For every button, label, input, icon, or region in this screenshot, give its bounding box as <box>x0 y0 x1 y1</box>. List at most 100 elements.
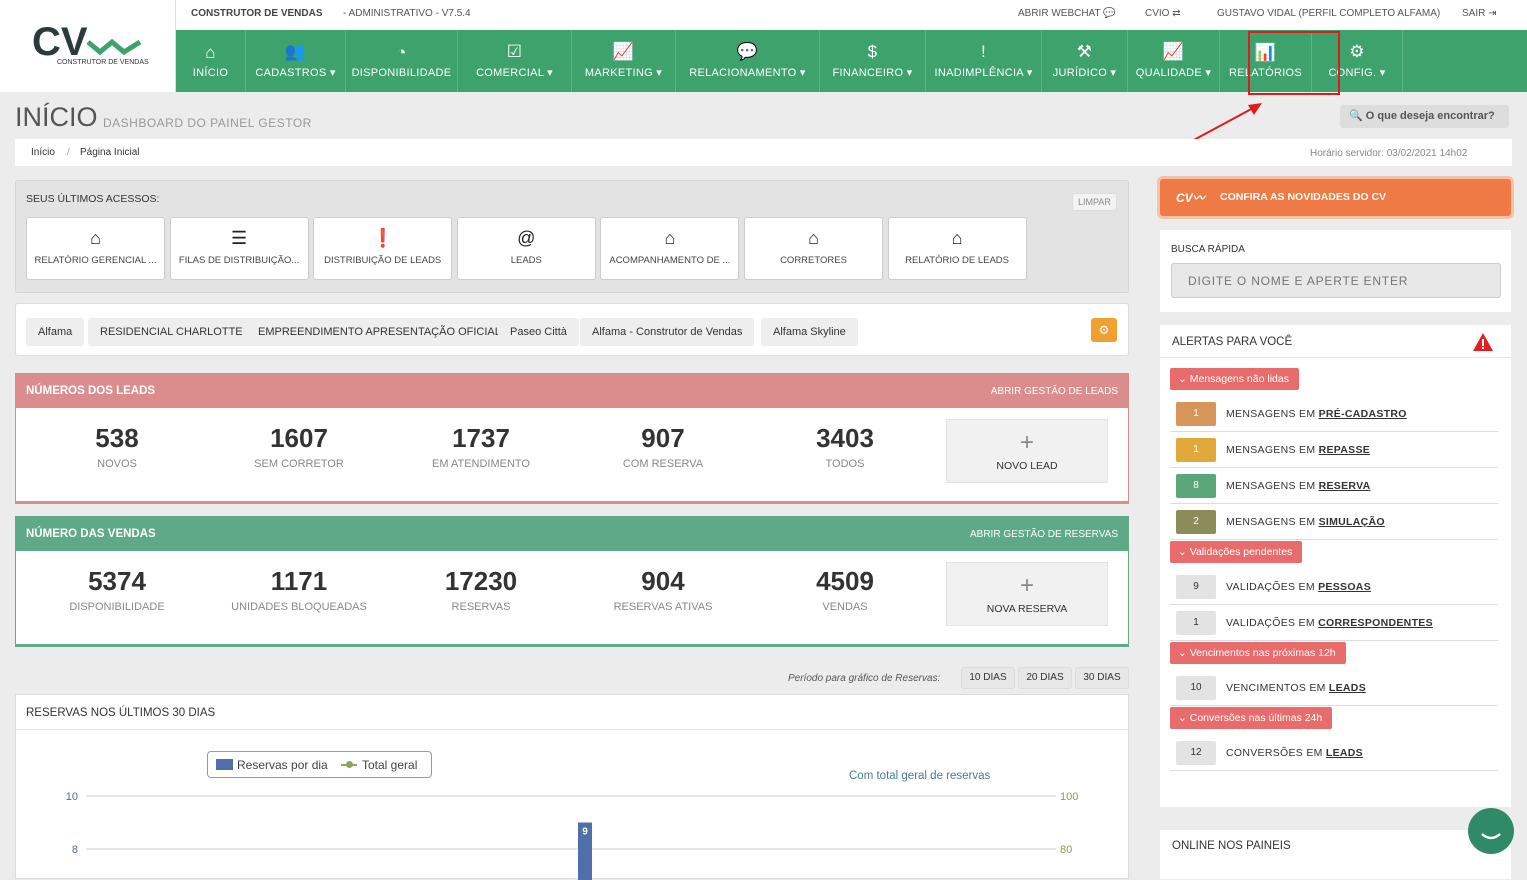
chart-line-icon: 📈 <box>613 43 634 61</box>
sales-stat[interactable]: 1171UNIDADES BLOQUEADAS <box>208 567 390 613</box>
nav-9[interactable]: ⚒JURÍDICO ▾ <box>1042 30 1128 92</box>
alert-row[interactable]: 9VALIDAÇÕES EM PESSOAS <box>1170 569 1498 605</box>
news-label: CONFIRA AS NOVIDADES DO CV <box>1220 191 1386 203</box>
alert-text-prefix: MENSAGENS EM <box>1226 408 1315 420</box>
page-subtitle: DASHBOARD DO PAINEL GESTOR <box>103 116 312 130</box>
cvio-link[interactable]: CVIO ⇄ <box>1145 8 1181 19</box>
sales-stat[interactable]: 4509VENDAS <box>754 567 936 613</box>
alert-link[interactable]: CORRESPONDENTES <box>1318 617 1433 629</box>
search-button[interactable]: 🔍 O que deseja encontrar? <box>1340 105 1509 128</box>
project-chip[interactable]: RESIDENCIAL CHARLOTTE <box>88 318 255 346</box>
stat-label: DISPONIBILIDADE <box>26 601 208 613</box>
users-icon: 👥 <box>285 43 306 61</box>
alert-link[interactable]: PRÉ-CADASTRO <box>1319 408 1407 420</box>
open-leads-link[interactable]: ABRIR GESTÃO DE LEADS <box>991 386 1118 397</box>
project-chip[interactable]: Alfama <box>26 318 84 346</box>
recent-item-label: RELATÓRIO DE LEADS <box>889 255 1026 266</box>
alert-row[interactable]: 1VALIDAÇÕES EM CORRESPONDENTES <box>1170 605 1498 641</box>
nav-2[interactable]: 👥CADASTROS ▾ <box>246 30 346 92</box>
stat-label: TODOS <box>754 458 936 470</box>
recent-item[interactable]: ⌂CORRETORES <box>744 217 883 280</box>
open-reservations-link[interactable]: ABRIR GESTÃO DE RESERVAS <box>970 529 1118 540</box>
cv-logo-icon: CV <box>0 0 176 92</box>
project-chip[interactable]: Paseo Città <box>498 318 579 346</box>
alert-row[interactable]: 1MENSAGENS EM PRÉ-CADASTRO <box>1170 396 1498 432</box>
nav-8[interactable]: !INADIMPLÊNCIA ▾ <box>926 30 1042 92</box>
alert-link[interactable]: RESERVA <box>1319 480 1371 492</box>
sales-stat[interactable]: 904RESERVAS ATIVAS <box>572 567 754 613</box>
alert-text: VENCIMENTOS EM LEADS <box>1226 682 1366 694</box>
stat-label: SEM CORRETOR <box>208 458 390 470</box>
stat-label: NOVOS <box>26 458 208 470</box>
alert-row[interactable]: 2MENSAGENS EM SIMULAÇÃO <box>1170 504 1498 540</box>
alert-group-tag[interactable]: ⌄ Validações pendentes <box>1170 541 1302 563</box>
exchange-icon: ⇄ <box>1172 8 1180 19</box>
recent-item-icon: ⌂ <box>601 228 738 248</box>
logout-link[interactable]: SAIR ⇥ <box>1462 8 1497 19</box>
recent-item[interactable]: ⌂ACOMPANHAMENTO DE ... <box>600 217 739 280</box>
new-reservation-button[interactable]: + NOVA RESERVA <box>946 562 1108 626</box>
recent-item[interactable]: ⌂RELATÓRIO DE LEADS <box>888 217 1027 280</box>
recent-item[interactable]: ☰FILAS DE DISTRIBUIÇÃO... <box>170 217 309 280</box>
warning-icon <box>1472 332 1494 352</box>
project-chip[interactable]: EMPREENDIMENTO APRESENTAÇÃO OFICIAL <box>246 318 513 346</box>
clear-button[interactable]: LIMPAR <box>1072 193 1117 211</box>
search-label: O que deseja encontrar? <box>1366 110 1495 122</box>
stat-value: 17230 <box>390 567 572 595</box>
leads-stat[interactable]: 1737EM ATENDIMENTO <box>390 424 572 470</box>
logo[interactable]: CV CONSTRUTOR DE VENDAS <box>0 0 176 92</box>
nav-3[interactable]: ◔DISPONIBILIDADE <box>346 30 458 92</box>
alert-row[interactable]: 12CONVERSÕES EM LEADS <box>1170 735 1498 771</box>
alert-group-tag[interactable]: ⌄ Vencimentos nas próximas 12h <box>1170 642 1346 664</box>
settings-gear-button[interactable]: ⚙ <box>1091 318 1117 342</box>
project-chip[interactable]: Alfama Skyline <box>761 318 858 346</box>
nav-7[interactable]: $FINANCEIRO ▾ <box>820 30 926 92</box>
alert-group-tag[interactable]: ⌄ Mensagens não lidas <box>1170 368 1299 390</box>
recent-item[interactable]: ⌂RELATÓRIO GERENCIAL ... <box>26 217 165 280</box>
user-profile-link[interactable]: GUSTAVO VIDAL (PERFIL COMPLETO ALFAMA) <box>1217 8 1440 19</box>
quick-search-input[interactable] <box>1171 263 1501 298</box>
alert-link[interactable]: LEADS <box>1329 682 1366 694</box>
nav-4[interactable]: ☑COMERCIAL ▾ <box>458 30 572 92</box>
new-lead-button[interactable]: + NOVO LEAD <box>946 419 1108 483</box>
sales-stat[interactable]: 5374DISPONIBILIDADE <box>26 567 208 613</box>
chevron-down-icon: ⌄ <box>1178 546 1187 558</box>
nav-label: COMERCIAL ▾ <box>476 66 553 79</box>
leads-stat[interactable]: 1607SEM CORRETOR <box>208 424 390 470</box>
nav-6[interactable]: 💬RELACIONAMENTO ▾ <box>676 30 820 92</box>
sales-stat[interactable]: 17230RESERVAS <box>390 567 572 613</box>
webchat-link[interactable]: ABRIR WEBCHAT 💬 <box>1018 8 1116 19</box>
project-chip[interactable]: Alfama - Construtor de Vendas <box>580 318 754 346</box>
chat-icon: 💬 <box>1103 8 1115 19</box>
chat-launcher-button[interactable] <box>1468 808 1514 854</box>
nav-10[interactable]: 📈QUALIDADE ▾ <box>1128 30 1220 92</box>
leads-stat[interactable]: 3403TODOS <box>754 424 936 470</box>
online-title: ONLINE NOS PAINEIS <box>1172 840 1291 852</box>
leads-header: NÚMEROS DOS LEADS ABRIR GESTÃO DE LEADS <box>16 374 1128 408</box>
breadcrumb-home[interactable]: Início <box>31 147 55 158</box>
alert-row[interactable]: 10VENCIMENTOS EM LEADS <box>1170 670 1498 706</box>
stat-value: 1737 <box>390 424 572 452</box>
alert-row[interactable]: 1MENSAGENS EM REPASSE <box>1170 432 1498 468</box>
leads-stat[interactable]: 907COM RESERVA <box>572 424 754 470</box>
recent-item-icon: ☰ <box>171 228 308 248</box>
alert-link[interactable]: SIMULAÇÃO <box>1319 516 1385 528</box>
alert-text-prefix: VENCIMENTOS EM <box>1226 682 1326 694</box>
nav-1[interactable]: ⌂INÍCIO <box>176 30 246 92</box>
nav-5[interactable]: 📈MARKETING ▾ <box>572 30 676 92</box>
alert-link[interactable]: LEADS <box>1326 747 1363 759</box>
alert-link[interactable]: PESSOAS <box>1318 581 1371 593</box>
leads-stat[interactable]: 538NOVOS <box>26 424 208 470</box>
period-10-button[interactable]: 10 DIAS <box>961 667 1015 689</box>
alert-row[interactable]: 8MENSAGENS EM RESERVA <box>1170 468 1498 504</box>
recent-item[interactable]: @LEADS <box>457 217 596 280</box>
news-banner[interactable]: CV〰 CONFIRA AS NOVIDADES DO CV <box>1160 179 1511 216</box>
period-20-button[interactable]: 20 DIAS <box>1018 667 1072 689</box>
alert-text-prefix: MENSAGENS EM <box>1226 516 1315 528</box>
alert-group-tag[interactable]: ⌄ Conversões nas últimas 24h <box>1170 707 1332 729</box>
recent-item[interactable]: ❗DISTRIBUIÇÃO DE LEADS <box>313 217 452 280</box>
alert-link[interactable]: REPASSE <box>1319 444 1371 456</box>
chevron-down-icon: ⌄ <box>1178 373 1187 385</box>
period-30-button[interactable]: 30 DIAS <box>1075 667 1129 689</box>
y2-tick-label: 100 <box>1060 791 1078 803</box>
